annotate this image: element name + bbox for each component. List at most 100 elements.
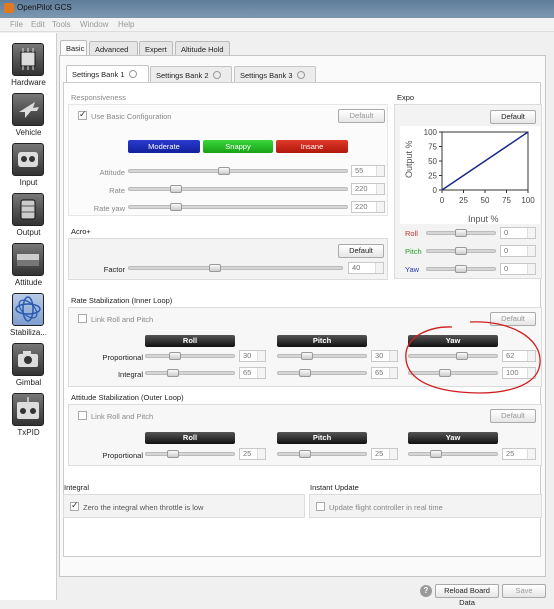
expo-xlabel: Input % — [468, 214, 499, 224]
menu-window[interactable]: Window — [80, 20, 108, 29]
nav-label: Gimbal — [15, 378, 42, 387]
rate-pitch-p-slider[interactable] — [277, 352, 367, 360]
expo-pitch-slider[interactable] — [426, 247, 496, 255]
nav-attitude[interactable]: Attitude — [0, 243, 57, 293]
rate-yaw-slider[interactable] — [128, 203, 348, 211]
tab-settings-bank-1[interactable]: Settings Bank 1 — [66, 65, 149, 82]
tab-altitude-hold[interactable]: Altitude Hold — [175, 41, 230, 56]
rate-link-checkbox[interactable] — [78, 314, 87, 323]
rate-pitch-i-slider[interactable] — [277, 369, 367, 377]
slider-handle[interactable] — [429, 450, 442, 458]
expo-roll-spinbox[interactable]: 0 — [500, 227, 536, 239]
responsiveness-default-button[interactable]: Default — [338, 109, 385, 123]
nav-hardware[interactable]: Hardware — [0, 43, 57, 93]
att-yaw-p-spinbox[interactable]: 25 — [502, 448, 536, 460]
menu-help[interactable]: Help — [118, 20, 134, 29]
att-roll-button[interactable]: Roll — [145, 432, 235, 444]
slider-handle[interactable] — [170, 185, 183, 193]
att-roll-p-slider[interactable] — [145, 450, 235, 458]
att-pitch-p-slider[interactable] — [277, 450, 367, 458]
rate-roll-i-spinbox[interactable]: 65 — [239, 367, 266, 379]
nav-stabilization[interactable]: Stabiliza... — [0, 293, 57, 343]
slider-handle[interactable] — [455, 247, 467, 255]
attitude-spinbox[interactable]: 55 — [351, 165, 385, 177]
att-pitch-button[interactable]: Pitch — [277, 432, 367, 444]
save-button[interactable]: Save — [502, 584, 546, 598]
expo-title: Expo — [397, 93, 415, 102]
motor-icon — [12, 193, 44, 226]
att-roll-p-spinbox[interactable]: 25 — [239, 448, 266, 460]
expo-default-button[interactable]: Default — [490, 110, 536, 124]
rate-pitch-i-spinbox[interactable]: 65 — [371, 367, 398, 379]
expo-pitch-label: Pitch — [405, 247, 422, 256]
att-yaw-p-slider[interactable] — [408, 450, 498, 458]
rate-pitch-p-spinbox[interactable]: 30 — [371, 350, 398, 362]
expo-yaw-spinbox[interactable]: 0 — [500, 263, 536, 275]
att-pitch-p-spinbox[interactable]: 25 — [371, 448, 398, 460]
slider-handle[interactable] — [170, 203, 183, 211]
use-basic-checkbox[interactable] — [78, 109, 87, 120]
nav-gimbal[interactable]: Gimbal — [0, 343, 57, 393]
tab-advanced[interactable]: Advanced — [89, 41, 138, 56]
rate-pitch-button[interactable]: Pitch — [277, 335, 367, 347]
rate-roll-i-slider[interactable] — [145, 369, 235, 377]
attitude-slider[interactable] — [128, 167, 348, 175]
slider-handle[interactable] — [298, 369, 311, 377]
slider-handle[interactable] — [166, 450, 179, 458]
y-tick-label: 25 — [428, 172, 437, 181]
menu-tools[interactable]: Tools — [52, 20, 71, 29]
att-yaw-button[interactable]: Yaw — [408, 432, 498, 444]
menu-file[interactable]: File — [10, 20, 23, 29]
tab-settings-bank-2[interactable]: Settings Bank 2 — [150, 66, 232, 82]
slider-handle[interactable] — [168, 352, 181, 360]
tab-basic[interactable]: Basic — [60, 40, 87, 56]
instant-update-label: Update flight controller in real time — [329, 503, 443, 512]
acro-default-button[interactable]: Default — [338, 244, 384, 258]
tab-settings-bank-3[interactable]: Settings Bank 3 — [234, 66, 316, 82]
insane-button[interactable]: Insane — [276, 140, 348, 153]
nav-input[interactable]: Input — [0, 143, 57, 193]
nav-vehicle[interactable]: Vehicle — [0, 93, 57, 143]
att-link-checkbox[interactable] — [78, 411, 87, 420]
tab-expert[interactable]: Expert — [139, 41, 173, 56]
expo-pitch-spinbox[interactable]: 0 — [500, 245, 536, 257]
factor-label: Factor — [103, 265, 125, 274]
nav-output[interactable]: Output — [0, 193, 57, 243]
slider-handle[interactable] — [209, 264, 222, 272]
rate-roll-button[interactable]: Roll — [145, 335, 235, 347]
expo-roll-slider[interactable] — [426, 229, 496, 237]
question-icon[interactable]: ? — [420, 585, 432, 597]
rate-roll-p-slider[interactable] — [145, 352, 235, 360]
x-tick-label: 0 — [440, 196, 445, 205]
factor-spinbox[interactable]: 40 — [348, 262, 384, 274]
rate-slider[interactable] — [128, 185, 348, 193]
acro-title: Acro+ — [71, 227, 91, 236]
att-link-label: Link Roll and Pitch — [91, 412, 154, 421]
expo-ylabel: Output % — [404, 140, 414, 178]
slider-handle[interactable] — [217, 167, 230, 175]
slider-handle[interactable] — [298, 450, 311, 458]
slider-handle[interactable] — [455, 265, 467, 273]
app-icon — [4, 3, 14, 13]
responsiveness-title: Responsiveness — [71, 93, 127, 102]
factor-slider[interactable] — [128, 264, 343, 272]
instant-update-checkbox[interactable] — [316, 502, 325, 511]
bank-label: Settings Bank 1 — [72, 70, 125, 79]
slider-handle[interactable] — [166, 369, 179, 377]
att-default-button[interactable]: Default — [490, 409, 536, 423]
reload-board-data-button[interactable]: Reload Board Data — [435, 584, 499, 607]
rate-roll-p-spinbox[interactable]: 30 — [239, 350, 266, 362]
slider-handle[interactable] — [455, 229, 467, 237]
chip-icon — [12, 43, 44, 76]
snappy-button[interactable]: Snappy — [203, 140, 273, 153]
slider-handle[interactable] — [300, 352, 313, 360]
menu-edit[interactable]: Edit — [31, 20, 45, 29]
rate-spinbox[interactable]: 220 — [351, 183, 385, 195]
nav-txpid[interactable]: TxPID — [0, 393, 57, 443]
rate-yaw-spinbox[interactable]: 220 — [351, 201, 385, 213]
att-stab-title: Attitude Stabilization (Outer Loop) — [71, 393, 184, 402]
expo-yaw-slider[interactable] — [426, 265, 496, 273]
zero-integral-checkbox[interactable] — [70, 500, 79, 511]
bank-label: Settings Bank 3 — [240, 71, 293, 80]
moderate-button[interactable]: Moderate — [128, 140, 200, 153]
